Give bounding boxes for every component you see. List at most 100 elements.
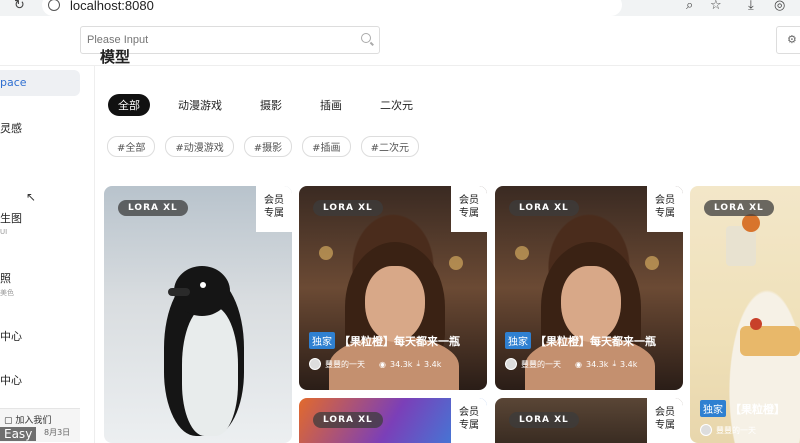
model-type-badge: LORA XL [313, 412, 383, 428]
card-image-detail [319, 246, 333, 260]
browser-toolbar: ↻ localhost:8080 🔍︎ 搜索 ⌕ ☆ ⤓ ◎ [0, 0, 800, 18]
tag-illustration[interactable]: #插画 [302, 136, 351, 157]
card-image-detail [449, 256, 463, 270]
author-name[interactable]: 豐豐的一天 [716, 425, 756, 436]
exclusive-badge: 独家 [309, 332, 335, 349]
sidebar-item-space[interactable]: pace [0, 70, 80, 96]
model-type-badge: LORA XL [313, 200, 383, 216]
search-icon[interactable] [361, 33, 371, 43]
model-card[interactable]: LORA XL 独家 【果粒橙】 豐豐的一天 [690, 186, 800, 443]
card-image-detail [365, 266, 425, 342]
reload-icon[interactable]: ↻ [14, 0, 25, 13]
easy-label: Easy [0, 427, 37, 441]
sidebar-item-center-2[interactable]: 中心 [0, 372, 22, 388]
settings-icon: ⚙ [787, 33, 797, 46]
member-only-badge: 会员 专属 [451, 186, 487, 232]
card-image-detail [168, 288, 190, 296]
author-name[interactable]: 豐豐的一天 [521, 359, 561, 370]
model-card[interactable]: LORA XL 会员 专属 [104, 186, 292, 443]
tab-illustration[interactable]: 插画 [310, 94, 352, 116]
card-meta: 豐豐的一天 [700, 424, 756, 436]
card-meta: 豐豐的一天 ◉ 34.3k ⤓ 3.4k [309, 358, 441, 370]
card-title: 【果粒橙】 [730, 402, 785, 416]
card-title: 【果粒橙】每天都来一瓶 [535, 334, 656, 348]
sidebar: pace 灵感 生图 UI 照美色 中心 中心 ▢ 加入我们 Easy 8月3日 [0, 66, 95, 443]
sidebar-item-center-1[interactable]: 中心 [0, 328, 22, 344]
tab-photography[interactable]: 摄影 [250, 94, 292, 116]
card-image-detail [750, 318, 762, 330]
card-image-detail [645, 256, 659, 270]
card-title-row: 独家 【果粒橙】每天都来一瓶 [309, 332, 460, 349]
tag-anime[interactable]: #二次元 [360, 136, 419, 157]
member-only-badge: 会员 专属 [451, 398, 487, 443]
date-label: 8月3日 [44, 428, 71, 437]
tag-filters: #全部 #动漫游戏 #摄影 #插画 #二次元 [107, 136, 419, 157]
download-icon[interactable]: ⤓ [748, 0, 754, 13]
sidebar-item-label: 中心 [0, 330, 22, 343]
member-only-badge: 会员 专属 [647, 398, 683, 443]
card-image-detail [561, 266, 621, 342]
mouse-cursor-icon: ↖ [26, 190, 37, 204]
card-image-detail [742, 214, 760, 232]
card-title: 【果粒橙】每天都来一瓶 [339, 334, 460, 348]
sidebar-item-generate[interactable]: 生图 UI [0, 210, 22, 236]
views-icon: ◉ [575, 359, 582, 369]
download-count: 3.4k [423, 359, 442, 369]
model-card[interactable]: LORA XL 会员 专属 [299, 398, 487, 443]
card-image-detail [515, 246, 529, 260]
view-count: 34.3k [585, 359, 609, 369]
download-count-icon: ⤓ [416, 359, 420, 368]
view-count: 34.3k [389, 359, 413, 369]
model-type-badge: LORA XL [118, 200, 188, 216]
tab-all[interactable]: 全部 [108, 94, 150, 116]
model-card[interactable]: LORA XL 会员 专属 独家 【果粒橙】每天都来一瓶 豐豐的一天 ◉ 34.3k… [299, 186, 487, 390]
sidebar-item-label: 生图 [0, 212, 22, 225]
sidebar-item-label: 灵感 [0, 122, 22, 135]
sidebar-item-inspiration[interactable]: 灵感 [0, 120, 22, 136]
card-image-detail [200, 282, 206, 288]
sidebar-item-photo[interactable]: 照美色 [0, 270, 14, 298]
sidebar-item-sub: UI [0, 228, 8, 236]
avatar[interactable] [309, 358, 321, 370]
avatar[interactable] [505, 358, 517, 370]
card-title-row: 独家 【果粒橙】 [700, 400, 785, 417]
tab-anime-games[interactable]: 动漫游戏 [168, 94, 232, 116]
star-icon[interactable]: ☆ [710, 0, 722, 13]
card-image [726, 226, 756, 266]
tag-all[interactable]: #全部 [107, 136, 156, 157]
exclusive-badge: 独家 [505, 332, 531, 349]
url-text[interactable]: localhost:8080 [70, 0, 154, 13]
model-type-badge: LORA XL [509, 412, 579, 428]
exclusive-badge: 独家 [700, 400, 726, 417]
avatar[interactable] [700, 424, 712, 436]
join-us-text: 加入我们 [15, 416, 52, 426]
card-image-detail [182, 306, 238, 436]
sidebar-item-label: pace [0, 76, 27, 89]
model-type-badge: LORA XL [704, 200, 774, 216]
sidebar-footer[interactable]: ▢ 加入我们 Easy 8月3日 [0, 408, 80, 442]
sidebar-item-sub: 美色 [0, 289, 14, 297]
member-only-badge: 会员 专属 [647, 186, 683, 232]
download-count: 3.4k [619, 359, 638, 369]
tag-anime-games[interactable]: #动漫游戏 [165, 136, 234, 157]
profile-icon[interactable]: ◎ [774, 0, 785, 13]
sidebar-item-label: 中心 [0, 374, 22, 387]
zoom-icon[interactable]: ⌕ [686, 0, 693, 13]
model-card[interactable]: LORA XL 会员 专属 独家 【果粒橙】每天都来一瓶 豐豐的一天 ◉ 34.3k… [495, 186, 683, 390]
header-action-button[interactable]: ⚙ [776, 26, 800, 54]
author-name[interactable]: 豐豐的一天 [325, 359, 365, 370]
join-us-link[interactable]: ▢ 加入我们 [4, 413, 51, 426]
download-count-icon: ⤓ [612, 359, 616, 368]
card-title-row: 独家 【果粒橙】每天都来一瓶 [505, 332, 656, 349]
model-type-badge: LORA XL [509, 200, 579, 216]
tab-anime[interactable]: 二次元 [370, 94, 423, 116]
member-only-badge: 会员 专属 [256, 186, 292, 232]
card-image-detail [740, 326, 800, 356]
page-title: 模型 [100, 48, 131, 64]
tag-photography[interactable]: #摄影 [243, 136, 293, 157]
card-meta: 豐豐的一天 ◉ 34.3k ⤓ 3.4k [505, 358, 637, 370]
sidebar-item-label: 照 [0, 272, 11, 285]
category-tabs: 全部 动漫游戏 摄影 插画 二次元 [108, 94, 423, 116]
views-icon: ◉ [379, 359, 386, 369]
model-card[interactable]: LORA XL 会员 专属 [495, 398, 683, 443]
